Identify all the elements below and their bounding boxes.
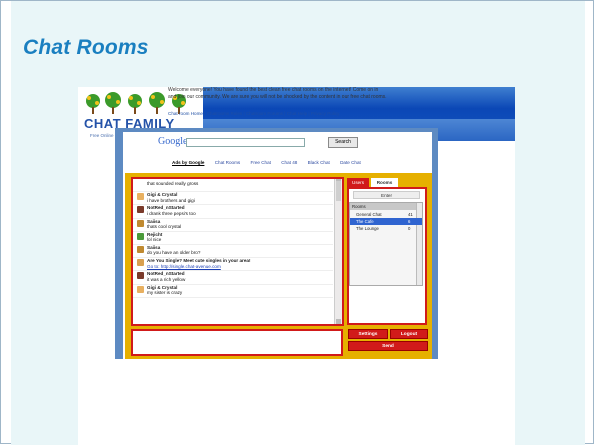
message-text: it was a rich yellow bbox=[147, 276, 186, 282]
google-search-input[interactable] bbox=[186, 138, 305, 147]
message-author: NotRed_nStarted bbox=[147, 271, 185, 277]
scroll-thumb[interactable] bbox=[336, 181, 341, 201]
message-author: Gigi & Crystal bbox=[147, 192, 178, 198]
room-name: The Lounge bbox=[356, 226, 379, 231]
avatar[interactable] bbox=[137, 272, 144, 280]
room-name: General Chat bbox=[356, 212, 382, 217]
message-input[interactable] bbox=[131, 329, 343, 356]
room-item[interactable]: The Cafe 6 bbox=[350, 218, 422, 225]
avatar[interactable] bbox=[137, 232, 144, 240]
room-item[interactable]: The Lounge 0 bbox=[350, 225, 422, 232]
message-text: Go to: http://single.chat-avenue.com bbox=[147, 263, 221, 269]
avatar[interactable] bbox=[137, 180, 144, 187]
rooms-header: Rooms bbox=[350, 203, 422, 210]
message-author: Saiisa bbox=[147, 244, 161, 250]
ad-link[interactable]: Free Chat bbox=[251, 160, 271, 165]
message-list: that sounded really gross Gigi & Crystal i… bbox=[133, 179, 333, 324]
room-count: 0 bbox=[408, 226, 411, 231]
message-author: Are You Single? Meet cute singles in you… bbox=[147, 258, 251, 264]
slide: Chat Rooms CHAT FAMILY Free Online Chat … bbox=[0, 0, 594, 445]
welcome-text: Welcome everyone! You have found the bes… bbox=[168, 87, 387, 100]
avatar[interactable] bbox=[137, 193, 144, 201]
avatar[interactable] bbox=[137, 245, 144, 253]
message-item: Gigi & Crystal my sister is crazy bbox=[133, 285, 333, 298]
message-item: Saiisa do you have an older bro? bbox=[133, 244, 333, 259]
message-author: Saiisa bbox=[147, 218, 161, 224]
message-author: NotRed_nStarted bbox=[147, 205, 185, 211]
rooms-list: Rooms General Chat 41 The Cafe 6 The Lounge 0 bbox=[349, 202, 423, 286]
room-count: 6 bbox=[408, 219, 411, 224]
message-item: Gigi & Crystal i have brothers and gigi bbox=[133, 192, 333, 206]
message-author: Gigi & Crystal bbox=[147, 284, 178, 290]
message-item: Are You Single? Meet cute singles in you… bbox=[133, 258, 333, 272]
send-button[interactable]: Send bbox=[348, 341, 428, 351]
slide-title: Chat Rooms bbox=[23, 36, 149, 59]
avatar[interactable] bbox=[137, 206, 144, 214]
room-name: The Cafe bbox=[356, 219, 374, 224]
ad-link[interactable]: Chat 48 bbox=[281, 160, 297, 165]
ad-link[interactable]: Chat Rooms bbox=[215, 160, 241, 165]
avatar[interactable] bbox=[137, 259, 144, 267]
left-margin bbox=[78, 157, 87, 445]
ads-row: Ads by Google Chat Rooms Free Chat Chat … bbox=[172, 160, 370, 165]
settings-button[interactable]: Settings bbox=[348, 329, 388, 339]
message-item: NotRed_nStarted i drank three pepsi's too bbox=[133, 205, 333, 219]
avatar[interactable] bbox=[137, 285, 144, 293]
room-count: 41 bbox=[408, 212, 413, 217]
site-nav-links[interactable]: Chat room Home | Chatrooms Rules | Chatr… bbox=[168, 111, 339, 116]
message-text: do you have an older bro? bbox=[147, 250, 201, 256]
message-item: NotRed_nStarted it was a rich yellow bbox=[133, 271, 333, 285]
tab-users[interactable]: Users bbox=[347, 178, 369, 187]
ad-link[interactable]: Black Chat bbox=[308, 160, 330, 165]
message-text: lol nice bbox=[147, 237, 162, 243]
scroll-down-icon[interactable] bbox=[336, 319, 341, 324]
avatar[interactable] bbox=[137, 219, 144, 227]
message-text: that sounded really gross bbox=[147, 181, 199, 186]
message-text: i have brothers and gigi bbox=[147, 197, 195, 203]
ads-by-google-link[interactable]: Ads by Google bbox=[172, 160, 204, 165]
message-item: Rejicht lol nice bbox=[133, 232, 333, 245]
tab-strip bbox=[398, 178, 427, 187]
enter-room-button[interactable]: Enter bbox=[353, 191, 420, 199]
message-text: thats cool crystal bbox=[147, 224, 182, 230]
message-item: Saiisa thats cool crystal bbox=[133, 219, 333, 232]
message-author: Rejicht bbox=[147, 231, 163, 237]
google-search-button[interactable]: Search bbox=[328, 137, 358, 148]
logout-button[interactable]: Logout bbox=[390, 329, 428, 339]
tab-rooms[interactable]: Rooms bbox=[371, 178, 398, 187]
google-logo: Google bbox=[158, 136, 188, 147]
message-scrollbar[interactable] bbox=[334, 179, 342, 324]
message-text: i drank three pepsi's too bbox=[147, 210, 196, 216]
message-panel: that sounded really gross Gigi & Crystal i… bbox=[131, 177, 344, 326]
room-item[interactable]: General Chat 41 bbox=[350, 211, 422, 218]
message-item: that sounded really gross bbox=[133, 179, 333, 193]
ad-link[interactable]: Date Chat bbox=[340, 160, 361, 165]
message-text: my sister is crazy bbox=[147, 290, 183, 295]
